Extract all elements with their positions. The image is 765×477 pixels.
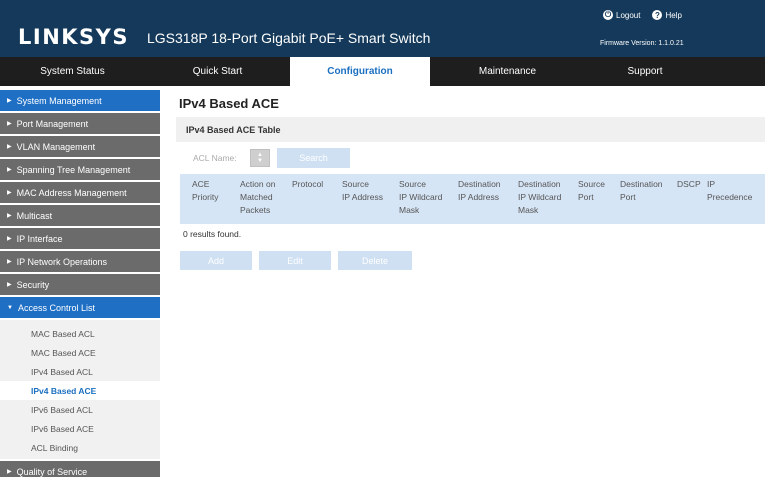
acl-name-label: ACL Name:: [193, 153, 237, 163]
column-header-source-wildcard: Source IP Wildcard Mask: [399, 179, 443, 215]
help-label: Help: [665, 10, 682, 20]
header: LINKSYS LGS318P 18-Port Gigabit PoE+ Sma…: [0, 0, 765, 57]
column-header-destination-port: Destination Port: [620, 179, 663, 202]
column-header-source-ip: Source IP Address: [342, 179, 383, 202]
caret-right-icon: ▶: [7, 98, 12, 104]
caret-right-icon: ▶: [7, 259, 12, 265]
sidebar-item-label: VLAN Management: [16, 141, 96, 152]
linksys-logo: LINKSYS: [18, 25, 129, 49]
ace-table-header: ACE Priority Action on Matched Packets Prot…: [180, 174, 765, 224]
sidebar-subitem-ipv4-based-ace[interactable]: IPv4 Based ACE: [0, 381, 160, 400]
logout-link[interactable]: ⏻ Logout: [603, 10, 640, 20]
sidebar-item-label: System Management: [16, 95, 102, 106]
sidebar-item-quality-of-service[interactable]: ▶ Quality of Service: [0, 461, 160, 477]
tab-system-status[interactable]: System Status: [0, 57, 145, 86]
section-title: IPv4 Based ACE Table: [186, 125, 281, 135]
column-header-destination-wildcard: Destination IP Wildcard Mask: [518, 179, 562, 215]
tab-configuration[interactable]: Configuration: [290, 57, 430, 86]
sidebar-item-security[interactable]: ▶ Security: [0, 274, 160, 295]
column-header-ip-precedence: IP Precedence: [707, 179, 753, 202]
sidebar-item-system-management[interactable]: ▶ System Management: [0, 90, 160, 111]
acl-submenu: MAC Based ACL MAC Based ACE IPv4 Based A…: [0, 320, 160, 459]
sidebar-item-access-control-list[interactable]: ▼ Access Control List: [0, 297, 160, 318]
column-header-protocol: Protocol: [292, 179, 324, 189]
sidebar-subitem-mac-based-ace[interactable]: MAC Based ACE: [0, 343, 160, 362]
firmware-version: Firmware Version: 1.1.0.21: [600, 40, 684, 47]
power-icon: ⏻: [603, 10, 613, 20]
sidebar-item-multicast[interactable]: ▶ Multicast: [0, 205, 160, 226]
caret-right-icon: ▶: [7, 282, 12, 288]
tab-support[interactable]: Support: [585, 57, 705, 86]
caret-down-icon: ▼: [257, 158, 263, 164]
sidebar-item-label: Security: [16, 279, 50, 290]
column-header-ace-priority: ACE Priority: [192, 179, 219, 202]
sidebar-subitem-ipv6-based-ace[interactable]: IPv6 Based ACE: [0, 419, 160, 438]
column-header-destination-ip: Destination IP Address: [458, 179, 501, 202]
results-count: 0 results found.: [183, 229, 242, 239]
caret-right-icon: ▶: [7, 167, 12, 173]
caret-right-icon: ▶: [7, 236, 12, 242]
sidebar-subitem-acl-binding[interactable]: ACL Binding: [0, 438, 160, 457]
sidebar: ▶ System Management ▶ Port Management ▶ …: [0, 90, 160, 477]
caret-right-icon: ▶: [7, 469, 12, 475]
edit-button[interactable]: Edit: [259, 251, 331, 270]
caret-right-icon: ▶: [7, 190, 12, 196]
caret-right-icon: ▶: [7, 213, 12, 219]
delete-button[interactable]: Delete: [338, 251, 412, 270]
sidebar-subitem-ipv6-based-acl[interactable]: IPv6 Based ACL: [0, 400, 160, 419]
help-icon: ?: [652, 10, 663, 20]
sidebar-item-mac-address-management[interactable]: ▶ MAC Address Management: [0, 182, 160, 203]
table-section-header: IPv4 Based ACE Table: [176, 117, 765, 142]
sidebar-item-port-management[interactable]: ▶ Port Management: [0, 113, 160, 134]
sidebar-item-label: Spanning Tree Management: [16, 164, 131, 175]
page-title: IPv4 Based ACE: [179, 96, 279, 111]
add-button[interactable]: Add: [180, 251, 252, 270]
column-header-action: Action on Matched Packets: [240, 179, 276, 215]
caret-right-icon: ▶: [7, 121, 12, 127]
main-nav: System Status Quick Start Configuration …: [0, 57, 765, 86]
sidebar-item-label: Access Control List: [17, 302, 95, 313]
caret-down-icon: ▼: [7, 304, 13, 311]
sidebar-item-vlan-management[interactable]: ▶ VLAN Management: [0, 136, 160, 157]
acl-name-select[interactable]: ▲ ▼: [250, 149, 270, 167]
tab-maintenance[interactable]: Maintenance: [430, 57, 585, 86]
sidebar-item-label: Port Management: [16, 118, 89, 129]
product-name: LGS318P 18-Port Gigabit PoE+ Smart Switc…: [147, 30, 431, 46]
caret-right-icon: ▶: [7, 144, 12, 150]
sidebar-item-label: Quality of Service: [16, 466, 88, 477]
sidebar-item-ip-network-operations[interactable]: ▶ IP Network Operations: [0, 251, 160, 272]
sidebar-item-ip-interface[interactable]: ▶ IP Interface: [0, 228, 160, 249]
tab-quick-start[interactable]: Quick Start: [145, 57, 290, 86]
sidebar-item-label: Multicast: [16, 210, 53, 221]
sidebar-item-label: IP Network Operations: [16, 256, 107, 267]
top-links: ⏻ Logout ? Help: [603, 10, 682, 20]
column-header-dscp: DSCP: [677, 179, 701, 189]
logout-label: Logout: [616, 10, 641, 20]
sidebar-item-label: IP Interface: [16, 233, 63, 244]
search-button[interactable]: Search: [277, 148, 350, 168]
help-link[interactable]: ? Help: [652, 10, 682, 20]
column-header-source-port: Source Port: [578, 179, 605, 202]
sidebar-subitem-mac-based-acl[interactable]: MAC Based ACL: [0, 324, 160, 343]
sidebar-item-spanning-tree[interactable]: ▶ Spanning Tree Management: [0, 159, 160, 180]
sidebar-item-label: MAC Address Management: [16, 187, 127, 198]
sidebar-subitem-ipv4-based-acl[interactable]: IPv4 Based ACL: [0, 362, 160, 381]
